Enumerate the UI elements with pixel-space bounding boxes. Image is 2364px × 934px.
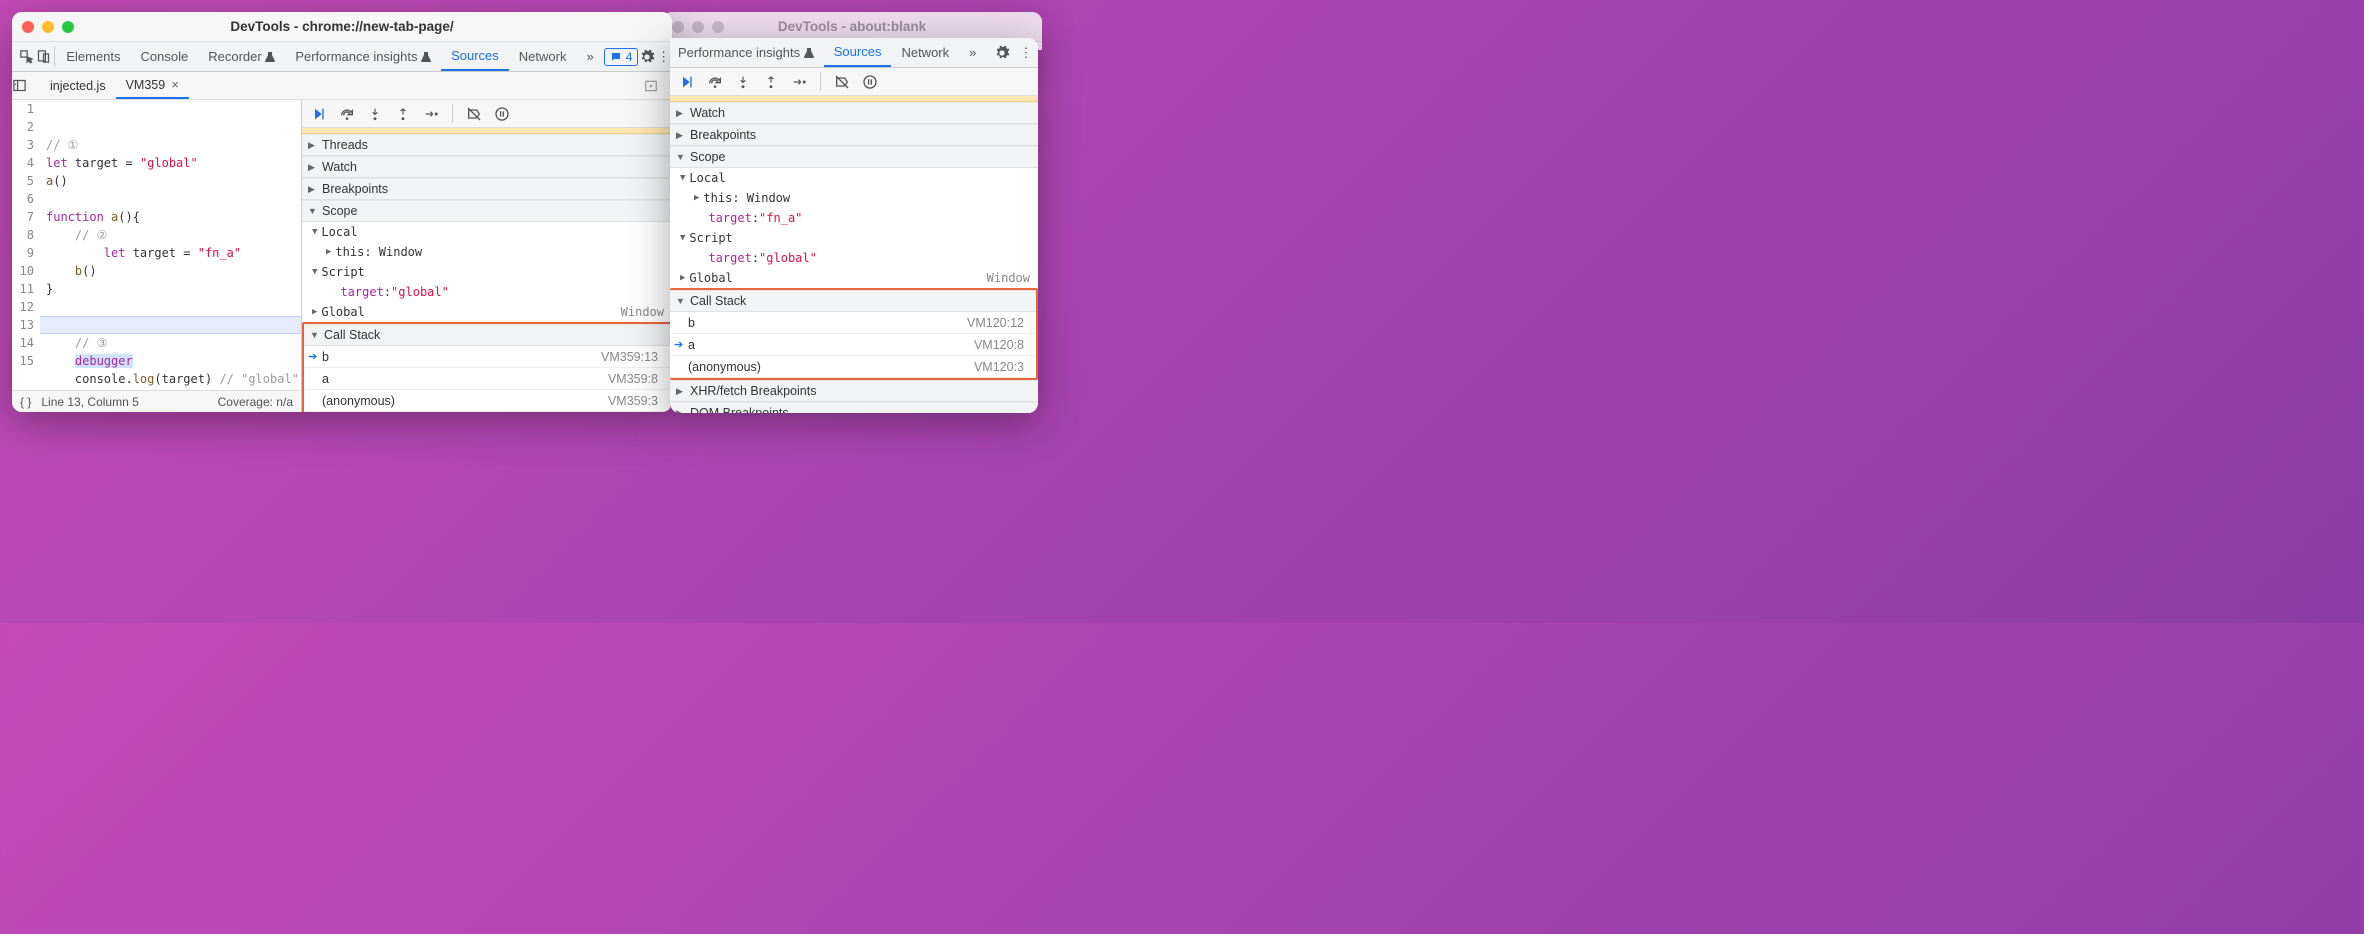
panel-watch[interactable]: ▶Watch (302, 156, 672, 178)
flask-icon (804, 48, 814, 58)
code-area[interactable]: // ① let target = "global" a() function … (40, 100, 301, 390)
step-out-icon[interactable] (394, 105, 412, 123)
callstack-highlight: ▼Call Stack ➔bVM359:13 aVM359:8 (anonymo… (302, 322, 672, 412)
inspect-icon[interactable] (18, 49, 35, 64)
tab-network[interactable]: Network (509, 42, 577, 71)
status-linecol: Line 13, Column 5 (41, 395, 138, 409)
gear-icon[interactable] (638, 49, 655, 65)
scope-target-a[interactable]: target: "fn_a" (670, 208, 1038, 228)
tab-console[interactable]: Console (131, 42, 199, 71)
tab-elements[interactable]: Elements (56, 42, 130, 71)
stack-frame-a-right[interactable]: ➔aVM120:8 (670, 334, 1036, 356)
tab-network-right[interactable]: Network (891, 38, 959, 67)
step-icon[interactable] (422, 105, 440, 123)
titlebar-front[interactable]: DevTools - chrome://new-tab-page/ (12, 12, 672, 42)
step-over-icon[interactable] (706, 73, 724, 91)
navigator-toggle-icon[interactable] (12, 78, 40, 93)
minimize-icon[interactable] (42, 21, 54, 33)
flask-icon (421, 52, 431, 62)
status-coverage: Coverage: n/a (218, 395, 293, 409)
editor-statusbar: { } Line 13, Column 5 Coverage: n/a (12, 390, 301, 412)
stack-frame-b[interactable]: ➔bVM359:13 (304, 346, 670, 368)
step-icon[interactable] (790, 73, 808, 91)
debug-pane-left: ▶Threads ▶Watch ▶Breakpoints ▼Scope ▼Loc… (302, 100, 672, 412)
stack-frame-a[interactable]: aVM359:8 (304, 368, 670, 390)
scope-target-g[interactable]: target: "global" (670, 248, 1038, 268)
panel-threads[interactable]: ▶Threads (302, 134, 672, 156)
step-over-icon[interactable] (338, 105, 356, 123)
devtools-tabs: Elements Console Recorder Performance in… (12, 42, 672, 72)
resume-icon[interactable] (678, 73, 696, 91)
scope-script[interactable]: ▼Script (302, 262, 672, 282)
window-front: DevTools - chrome://new-tab-page/ Elemen… (12, 12, 672, 412)
device-icon[interactable] (35, 49, 52, 64)
tab-perf-right[interactable]: Performance insights (676, 38, 824, 67)
panel-xhr-right[interactable]: ▶XHR/fetch Breakpoints (670, 380, 1038, 402)
resume-icon[interactable] (310, 105, 328, 123)
file-tab-injected[interactable]: injected.js (40, 72, 116, 99)
stack-frame-b-right[interactable]: bVM120:12 (670, 312, 1036, 334)
stack-frame-anon-right[interactable]: (anonymous)VM120:3 (670, 356, 1036, 378)
debug-toolbar (302, 100, 672, 128)
pause-exceptions-icon[interactable] (493, 105, 511, 123)
tab-sources[interactable]: Sources (441, 42, 509, 71)
debug-toolbar-right (670, 68, 1038, 96)
window-title-back: DevTools - about:blank (778, 19, 926, 34)
tabs-overflow[interactable]: » (576, 42, 603, 71)
deactivate-breakpoints-icon[interactable] (833, 73, 851, 91)
stack-frame-anon[interactable]: (anonymous)VM359:3 (304, 390, 670, 412)
panel-scope-right[interactable]: ▼Scope (670, 146, 1038, 168)
window-title-front: DevTools - chrome://new-tab-page/ (230, 19, 453, 34)
run-snippet-icon[interactable] (644, 79, 672, 93)
devtools-tabs-right: Performance insights Sources Network » ⋮ (670, 38, 1038, 68)
tabs-overflow-right[interactable]: » (959, 38, 986, 67)
tab-recorder[interactable]: Recorder (198, 42, 285, 71)
panel-watch-right[interactable]: ▶Watch (670, 102, 1038, 124)
scope-target[interactable]: target: "global" (302, 282, 672, 302)
panel-breakpoints-right[interactable]: ▶Breakpoints (670, 124, 1038, 146)
panel-dom-right[interactable]: ▶DOM Breakpoints (670, 402, 1038, 413)
panel-callstack[interactable]: ▼Call Stack (304, 324, 670, 346)
scope-script-right[interactable]: ▼Script (670, 228, 1038, 248)
step-out-icon[interactable] (762, 73, 780, 91)
scope-global[interactable]: ▶GlobalWindow (302, 302, 672, 322)
scope-this-right[interactable]: ▶this: Window (670, 188, 1038, 208)
scope-local[interactable]: ▼Local (302, 222, 672, 242)
maximize-icon[interactable] (62, 21, 74, 33)
kebab-icon[interactable]: ⋮ (1014, 45, 1038, 61)
pretty-print-icon[interactable]: { } (20, 395, 31, 409)
flask-icon (265, 52, 275, 62)
scope-global-right[interactable]: ▶GlobalWindow (670, 268, 1038, 288)
sources-subheader: injected.js VM359× (12, 72, 672, 100)
line-gutter[interactable]: 123456789101112131415 (12, 100, 40, 390)
window-right: Performance insights Sources Network » ⋮… (670, 38, 1038, 413)
close-icon[interactable]: × (171, 77, 179, 92)
callstack-highlight-right: ▼Call Stack bVM120:12 ➔aVM120:8 (anonymo… (670, 288, 1038, 380)
panel-breakpoints[interactable]: ▶Breakpoints (302, 178, 672, 200)
step-into-icon[interactable] (366, 105, 384, 123)
tab-sources-right[interactable]: Sources (824, 38, 892, 67)
pause-exceptions-icon[interactable] (861, 73, 879, 91)
current-frame-icon: ➔ (308, 350, 317, 363)
close-icon[interactable] (22, 21, 34, 33)
issues-badge[interactable]: 4 (604, 48, 639, 66)
deactivate-breakpoints-icon[interactable] (465, 105, 483, 123)
scope-this[interactable]: ▶this: Window (302, 242, 672, 262)
chat-icon (610, 51, 622, 63)
editor-pane: 123456789101112131415 // ① let target = … (12, 100, 302, 412)
file-tab-vm[interactable]: VM359× (116, 72, 189, 99)
scope-local-right[interactable]: ▼Local (670, 168, 1038, 188)
gear-icon[interactable] (990, 45, 1014, 61)
panel-callstack-right[interactable]: ▼Call Stack (670, 290, 1036, 312)
tab-perf[interactable]: Performance insights (285, 42, 441, 71)
panel-scope[interactable]: ▼Scope (302, 200, 672, 222)
traffic-lights[interactable] (22, 21, 74, 33)
step-into-icon[interactable] (734, 73, 752, 91)
current-frame-icon: ➔ (674, 338, 683, 351)
